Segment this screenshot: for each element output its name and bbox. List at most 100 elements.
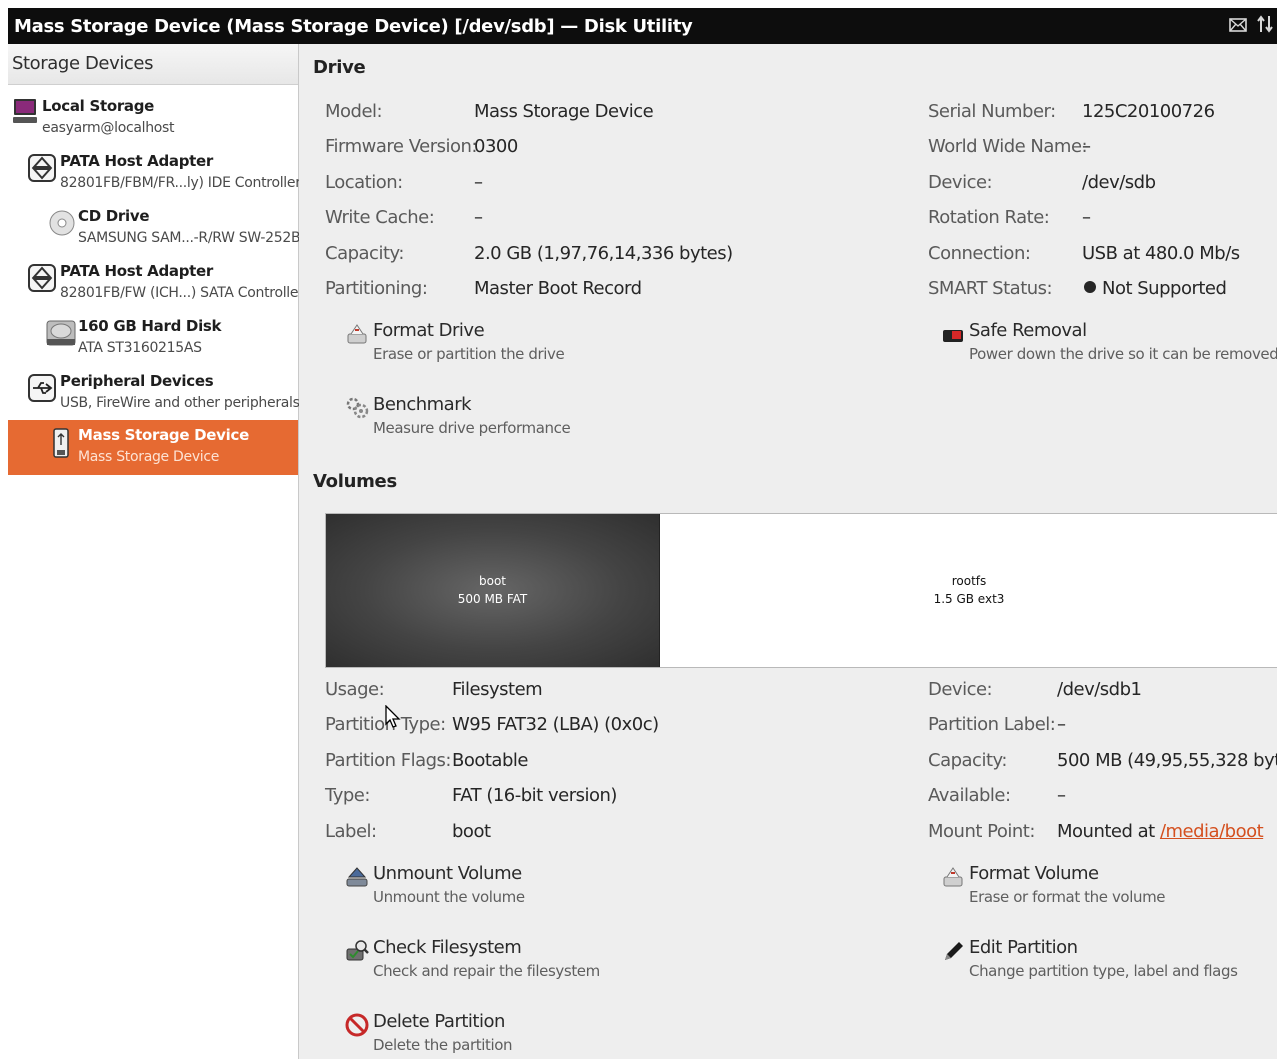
drive-smart-label: SMART Status: [928, 278, 1053, 299]
drive-connection-label: Connection: [928, 243, 1031, 264]
volume-label-value: boot [452, 821, 491, 842]
mail-icon[interactable] [1229, 16, 1247, 37]
usb-hub-icon [28, 374, 56, 402]
volume-mount-point-value: Mounted at /media/boot [1057, 821, 1264, 842]
drive-rotation-label: Rotation Rate: [928, 207, 1050, 228]
drive-model-value: Mass Storage Device [474, 101, 654, 122]
optical-disc-icon [48, 209, 76, 237]
drive-write-cache-value: – [474, 207, 483, 228]
check-filesystem-icon [345, 939, 369, 963]
benchmark-icon [345, 396, 369, 420]
mount-point-prefix: Mounted at [1057, 821, 1160, 842]
sidebar-item-subtitle: easyarm@localhost [42, 120, 175, 136]
sidebar-item-subtitle: 82801FB/FBM/FR...ly) IDE Controller [60, 175, 301, 191]
action-description: Measure drive performance [373, 419, 571, 437]
drive-serial-label: Serial Number: [928, 101, 1056, 122]
action-label: Edit Partition [969, 937, 1078, 958]
partition-detail: 500 MB FAT [457, 592, 528, 606]
volume-usage-label: Usage: [325, 679, 385, 700]
drive-rotation-value: – [1082, 207, 1091, 228]
sidebar-item-cd-drive[interactable]: CD Drive SAMSUNG SAM...-R/RW SW-252B [8, 201, 301, 256]
drive-partitioning-label: Partitioning: [325, 278, 428, 299]
volume-type-label: Type: [325, 785, 370, 806]
volume-partition-flags-value: Bootable [452, 750, 528, 771]
details-panel: Drive Model: Mass Storage Device Firmwar… [299, 44, 1277, 1059]
drive-partitioning-value: Master Boot Record [474, 278, 642, 299]
partition-boot-segment[interactable]: boot 500 MB FAT [326, 514, 660, 667]
drive-capacity-value: 2.0 GB (1,97,76,14,336 bytes) [474, 243, 733, 264]
volume-type-value: FAT (16-bit version) [452, 785, 617, 806]
hard-disk-icon [46, 319, 76, 347]
unmount-icon [345, 865, 369, 889]
sidebar-item-local-storage[interactable]: Local Storage easyarm@localhost [8, 91, 298, 146]
sidebar-item-mass-storage-device[interactable]: Mass Storage Device Mass Storage Device [8, 420, 298, 475]
pencil-icon [941, 939, 965, 963]
host-adapter-icon [28, 264, 56, 292]
window-titlebar: Mass Storage Device (Mass Storage Device… [8, 8, 1277, 44]
action-label: Safe Removal [969, 320, 1087, 341]
volume-usage-value: Filesystem [452, 679, 543, 700]
action-description: Check and repair the filesystem [373, 962, 600, 980]
drive-firmware-label: Firmware Version: [325, 136, 477, 157]
drive-connection-value: USB at 480.0 Mb/s [1082, 243, 1240, 264]
drive-location-value: – [474, 172, 483, 193]
sidebar-header: Storage Devices [8, 44, 298, 85]
volume-capacity-value: 500 MB (49,95,55,328 bytes) [1057, 750, 1277, 771]
safe-removal-icon [941, 322, 965, 346]
drive-wwn-value: – [1082, 136, 1091, 157]
action-label: Check Filesystem [373, 937, 522, 958]
volume-partition-label-value: – [1057, 714, 1066, 735]
action-description: Erase or format the volume [969, 888, 1166, 906]
partition-name: boot [478, 574, 506, 588]
partition-name: rootfs [951, 574, 987, 588]
action-description: Power down the drive so it can be remove… [969, 345, 1277, 363]
drive-location-label: Location: [325, 172, 403, 193]
format-drive-icon [345, 322, 369, 346]
action-description: Unmount the volume [373, 888, 525, 906]
network-updown-icon[interactable] [1257, 14, 1273, 38]
delete-icon [345, 1013, 369, 1037]
sidebar-item-subtitle: 82801FB/FW (ICH...) SATA Controller [60, 285, 304, 301]
sidebar-item-pata-sata[interactable]: PATA Host Adapter 82801FB/FW (ICH...) SA… [8, 256, 304, 311]
partition-rootfs-segment[interactable]: rootfs 1.5 GB ext3 [660, 514, 1277, 667]
volumes-section-title: Volumes [313, 471, 397, 492]
drive-wwn-label: World Wide Name: [928, 136, 1088, 157]
volume-available-value: – [1057, 785, 1066, 806]
drive-smart-value: Not Supported [1084, 278, 1227, 299]
volume-mount-point-label: Mount Point: [928, 821, 1035, 842]
action-label: Format Volume [969, 863, 1099, 884]
sidebar-item-subtitle: SAMSUNG SAM...-R/RW SW-252B [78, 230, 301, 246]
sidebar-item-title: Mass Storage Device [78, 426, 249, 444]
mount-point-link[interactable]: /media/boot [1160, 821, 1264, 842]
action-label: Unmount Volume [373, 863, 522, 884]
sidebar-item-subtitle: USB, FireWire and other peripherals [60, 395, 300, 411]
action-description: Delete the partition [373, 1036, 513, 1054]
smart-status-text: Not Supported [1102, 278, 1227, 299]
volume-partition-flags-label: Partition Flags: [325, 750, 452, 771]
sidebar-item-hard-disk[interactable]: 160 GB Hard Disk ATA ST3160215AS [8, 311, 298, 366]
computer-icon [12, 97, 40, 125]
format-volume-icon [941, 865, 965, 889]
sidebar-item-subtitle: Mass Storage Device [78, 449, 220, 465]
drive-device-label: Device: [928, 172, 993, 193]
mouse-cursor-icon [385, 704, 401, 733]
volume-partition-label-label: Partition Label: [928, 714, 1056, 735]
sidebar-item-peripheral-devices[interactable]: Peripheral Devices USB, FireWire and oth… [8, 366, 300, 421]
sidebar-item-title: 160 GB Hard Disk [78, 317, 222, 335]
sidebar-item-title: PATA Host Adapter [60, 152, 213, 170]
drive-capacity-label: Capacity: [325, 243, 404, 264]
action-description: Erase or partition the drive [373, 345, 565, 363]
action-description: Change partition type, label and flags [969, 962, 1238, 980]
partition-detail: 1.5 GB ext3 [933, 592, 1005, 606]
usb-stick-icon [52, 428, 80, 458]
drive-model-label: Model: [325, 101, 383, 122]
action-label: Delete Partition [373, 1011, 505, 1032]
sidebar-item-pata-ide[interactable]: PATA Host Adapter 82801FB/FBM/FR...ly) I… [8, 146, 301, 201]
status-dot-icon [1084, 281, 1096, 293]
volume-capacity-label: Capacity: [928, 750, 1007, 771]
drive-firmware-value: 0300 [474, 136, 518, 157]
volume-available-label: Available: [928, 785, 1011, 806]
action-label: Format Drive [373, 320, 485, 341]
sidebar-item-title: Peripheral Devices [60, 372, 214, 390]
action-label: Benchmark [373, 394, 472, 415]
